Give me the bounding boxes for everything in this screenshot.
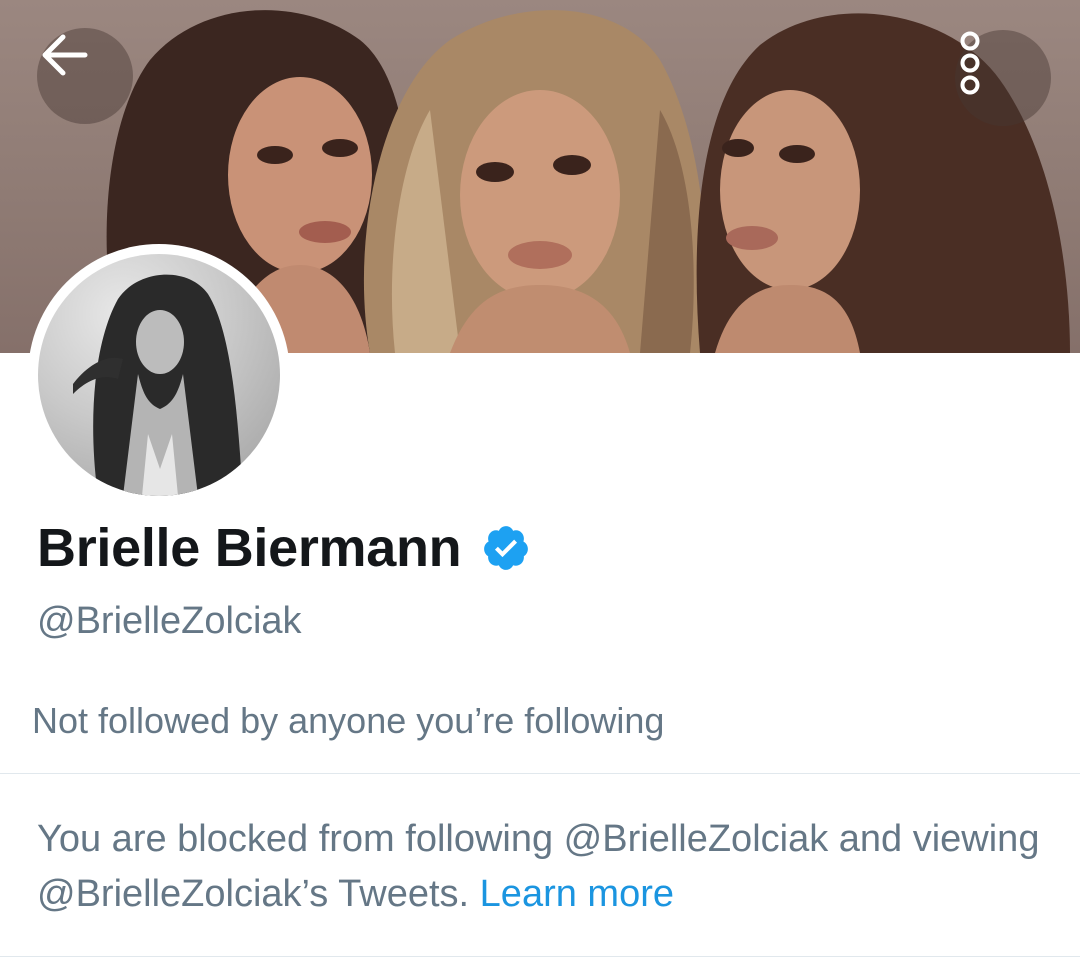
learn-more-link[interactable]: Learn more (480, 873, 674, 915)
profile-page: Brielle Biermann @BrielleZolciak Not fol… (0, 0, 1080, 971)
bottom-divider (0, 956, 1080, 957)
profile-avatar[interactable] (28, 244, 290, 506)
blocked-notice: You are blocked from following @BrielleZ… (37, 812, 1047, 922)
more-options-button[interactable] (955, 30, 1051, 126)
display-name-row: Brielle Biermann (37, 512, 531, 584)
verified-badge-icon (484, 526, 529, 570)
more-vertical-icon (960, 31, 980, 95)
back-button[interactable] (37, 28, 133, 124)
avatar-image (38, 254, 280, 496)
display-name: Brielle Biermann (37, 518, 462, 578)
divider (0, 773, 1080, 774)
profile-handle: @BrielleZolciak (37, 600, 302, 642)
followed-by-text: Not followed by anyone you’re following (32, 700, 665, 741)
arrow-left-icon (42, 34, 88, 76)
